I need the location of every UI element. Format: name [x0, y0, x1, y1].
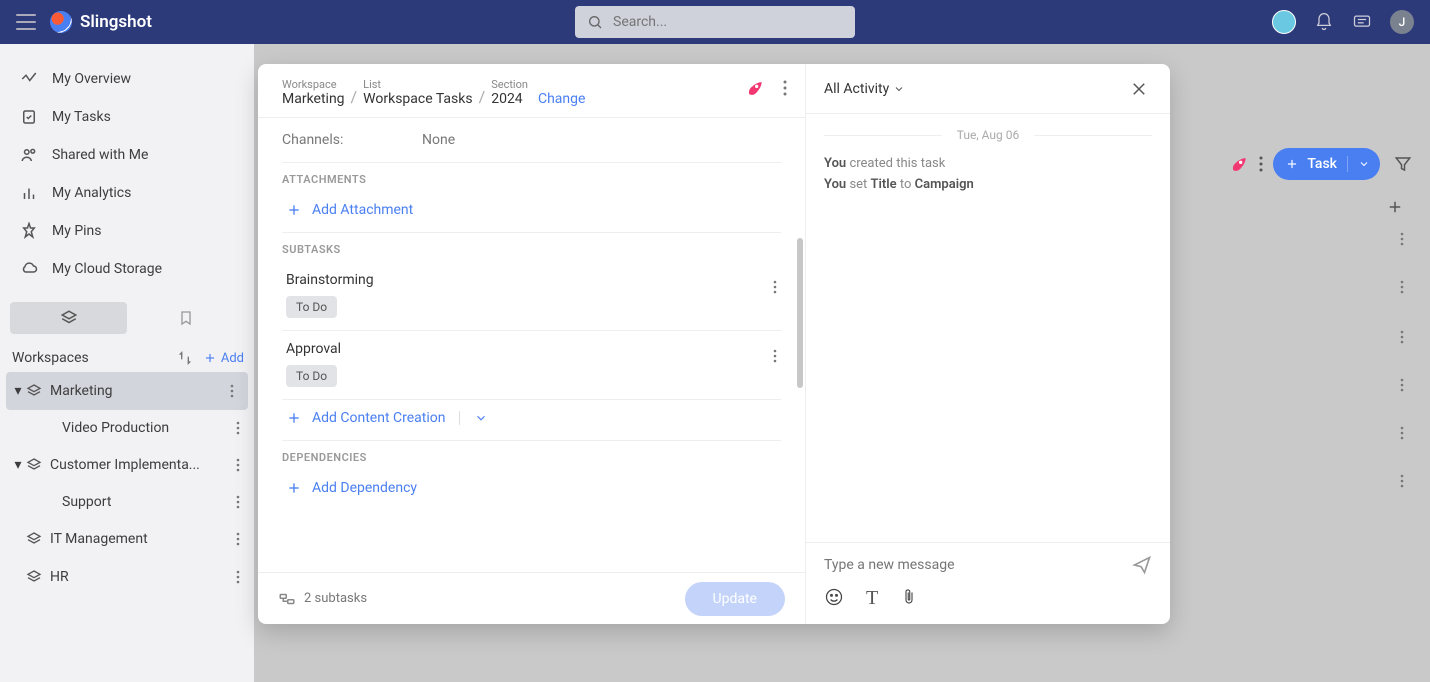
caret-icon[interactable]: ▾ [12, 383, 24, 399]
brand-logo[interactable]: Slingshot [50, 11, 152, 33]
new-task-button[interactable]: Task [1273, 148, 1380, 180]
add-attachment-button[interactable]: Add Attachment [258, 192, 805, 232]
add-workspace-button[interactable]: Add [203, 351, 244, 366]
more-icon[interactable] [226, 380, 238, 402]
search-input[interactable] [613, 14, 843, 30]
profile-avatar[interactable] [1272, 10, 1296, 34]
workspaces-heading: Workspaces [12, 350, 89, 366]
plus-icon [1273, 157, 1307, 171]
breadcrumb: WorkspaceMarketing / ListWorkspace Tasks… [258, 64, 805, 118]
more-icon[interactable] [1400, 426, 1404, 440]
logo-mark [50, 11, 72, 33]
sidebar-tab-bookmarks[interactable] [127, 302, 244, 334]
dependencies-heading: DEPENDENCIES [258, 441, 805, 470]
caret-icon[interactable]: ▾ [12, 457, 24, 473]
format-icon[interactable]: T [866, 587, 878, 610]
more-icon[interactable] [1400, 280, 1404, 294]
activity-entry: You created this task [824, 156, 1152, 171]
add-dependency-button[interactable]: Add Dependency [258, 470, 805, 510]
task-detail-modal: WorkspaceMarketing / ListWorkspace Tasks… [258, 64, 1170, 624]
attach-icon[interactable] [900, 587, 918, 610]
more-icon[interactable] [769, 276, 781, 298]
rocket-icon[interactable] [1229, 154, 1249, 174]
activity-filter-dropdown[interactable]: All Activity [824, 81, 905, 97]
more-icon[interactable] [1400, 330, 1404, 344]
more-icon[interactable] [783, 80, 787, 96]
workspace-item[interactable]: IT Management [0, 520, 254, 558]
more-icon[interactable] [232, 491, 244, 513]
search-icon [587, 14, 603, 30]
more-icon[interactable] [1400, 232, 1404, 246]
status-badge: To Do [286, 365, 337, 387]
chevron-down-icon[interactable] [1348, 158, 1380, 170]
change-link[interactable]: Change [538, 91, 585, 107]
close-icon[interactable] [1126, 76, 1152, 102]
more-icon[interactable] [232, 454, 244, 476]
nav-my-overview[interactable]: My Overview [0, 60, 254, 98]
nav-shared-with-me[interactable]: Shared with Me [0, 136, 254, 174]
workspace-item[interactable]: ▾Customer Implementa... [0, 446, 254, 484]
user-avatar[interactable]: J [1390, 10, 1414, 34]
chevron-down-icon [893, 83, 905, 95]
more-icon[interactable] [232, 528, 244, 550]
more-icon[interactable] [232, 566, 244, 588]
subtasks-heading: SUBTASKS [258, 233, 805, 262]
more-icon[interactable] [1400, 474, 1404, 488]
filter-icon[interactable] [1390, 151, 1416, 177]
nav-my-pins[interactable]: My Pins [0, 212, 254, 250]
search-box[interactable] [575, 6, 855, 38]
more-icon[interactable] [769, 345, 781, 367]
workspace-item[interactable]: ▾Marketing [6, 372, 248, 410]
workspace-sub-item[interactable]: Support [0, 484, 254, 520]
nav-my-cloud-storage[interactable]: My Cloud Storage [0, 250, 254, 288]
activity-date: Tue, Aug 06 [824, 128, 1152, 142]
notifications-icon[interactable] [1314, 12, 1334, 32]
top-bar: Slingshot J [0, 0, 1430, 44]
add-row-icon[interactable] [1386, 198, 1404, 216]
more-icon[interactable] [232, 417, 244, 439]
emoji-icon[interactable] [824, 587, 844, 610]
message-input[interactable] [824, 557, 1132, 573]
brand-name: Slingshot [80, 12, 152, 32]
more-icon[interactable] [1259, 156, 1263, 172]
activity-entry: You set Title to Campaign [824, 177, 1152, 192]
workspace-item[interactable]: HR [0, 558, 254, 596]
list-toolbar: Task [1229, 148, 1416, 180]
subtask-item[interactable]: BrainstormingTo Do [258, 262, 805, 330]
chevron-down-icon[interactable] [459, 411, 488, 425]
nav-my-analytics[interactable]: My Analytics [0, 174, 254, 212]
subtask-item[interactable]: ApprovalTo Do [258, 331, 805, 399]
status-badge: To Do [286, 296, 337, 318]
nav-my-tasks[interactable]: My Tasks [0, 98, 254, 136]
modal-left-pane: WorkspaceMarketing / ListWorkspace Tasks… [258, 64, 806, 624]
workspace-sub-item[interactable]: Video Production [0, 410, 254, 446]
menu-toggle[interactable] [16, 12, 36, 32]
send-icon[interactable] [1132, 555, 1152, 575]
modal-right-pane: All Activity Tue, Aug 06 You created thi… [806, 64, 1170, 624]
more-icon[interactable] [1400, 378, 1404, 392]
subtask-count: 2 subtasks [278, 591, 367, 606]
update-button: Update [685, 582, 785, 616]
sidebar: My Overview My Tasks Shared with Me My A… [0, 44, 254, 682]
sidebar-tab-workspaces[interactable] [10, 302, 127, 334]
rocket-icon[interactable] [745, 78, 765, 98]
scrollbar-thumb[interactable] [797, 238, 803, 388]
sort-icon[interactable] [177, 350, 193, 366]
channels-row: Channels: None [258, 118, 805, 162]
attachments-heading: ATTACHMENTS [258, 163, 805, 192]
chat-icon[interactable] [1352, 12, 1372, 32]
add-subtask-button[interactable]: Add Content Creation [286, 410, 445, 426]
